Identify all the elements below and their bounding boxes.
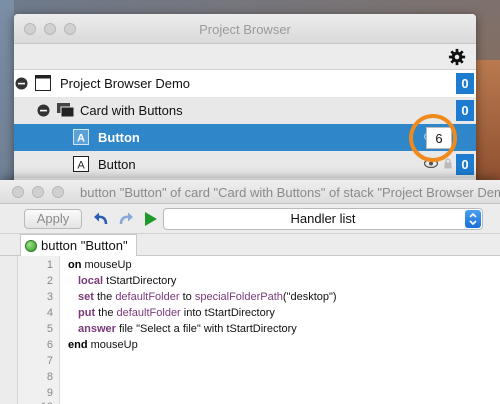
tree-row-button[interactable]: A Button 0: [14, 151, 476, 178]
code-line[interactable]: set the defaultFolder to specialFolderPa…: [78, 291, 337, 303]
tree-row-card[interactable]: Card with Buttons 0: [14, 97, 476, 124]
close-window-button[interactable]: [12, 186, 24, 198]
tree-row-label: Button: [98, 157, 136, 172]
object-count-badge: 0: [456, 73, 474, 94]
tree-row-label: Project Browser Demo: [60, 76, 191, 91]
code-property: defaultFolder: [116, 307, 181, 319]
script-tab-label: button "Button": [41, 238, 128, 253]
line-number: 2: [46, 275, 53, 287]
gear-icon[interactable]: [448, 48, 466, 66]
svg-text:A: A: [77, 133, 85, 145]
code-text: tStartDirectory: [103, 275, 177, 287]
highlight-circle: [409, 114, 457, 162]
script-editor-titlebar[interactable]: button "Button" of card "Card with Butto…: [0, 180, 500, 204]
code-text: to: [179, 291, 195, 303]
redo-icon[interactable]: [117, 210, 135, 228]
apply-button[interactable]: Apply: [24, 209, 82, 229]
window-controls: [12, 186, 64, 198]
code-text: file: [115, 323, 137, 335]
line-number: 3: [46, 291, 53, 303]
code-text: ("desktop"): [282, 291, 337, 303]
line-number: 9: [46, 387, 53, 399]
code-text: mouseUp: [87, 339, 138, 351]
code-text: mouseUp: [81, 259, 132, 271]
code-keyword: put: [78, 307, 96, 319]
stack-window-icon: [35, 75, 51, 91]
code-function: specialFolderPath: [194, 291, 283, 303]
project-browser-toolbar: [14, 44, 476, 70]
button-object-icon: A: [73, 129, 89, 145]
line-number: 4: [46, 307, 53, 319]
svg-text:A: A: [77, 160, 85, 172]
collapse-icon[interactable]: [37, 104, 50, 117]
script-editor-body: 1 2 3 4 5 6 7 8 9 10 on mouseUp local tS…: [0, 256, 500, 404]
project-browser-titlebar[interactable]: Project Browser: [14, 14, 476, 44]
zoom-window-button[interactable]: [52, 186, 64, 198]
collapse-icon[interactable]: [15, 77, 28, 90]
code-keyword: set: [78, 291, 94, 303]
tree-row-button-selected[interactable]: A Button: [14, 124, 476, 151]
script-tab-bar: button "Button": [0, 234, 500, 256]
run-icon[interactable]: [142, 210, 160, 228]
tree-row-stack[interactable]: Project Browser Demo 0: [14, 70, 476, 97]
line-number: 8: [46, 371, 53, 383]
code-keyword: end: [68, 339, 88, 351]
code-line[interactable]: put the defaultFolder into tStartDirecto…: [78, 307, 275, 319]
project-browser-window: Project Browser Project Browser Demo 0 C…: [14, 14, 476, 194]
code-string: "Select a file": [136, 323, 201, 335]
undo-icon[interactable]: [92, 210, 110, 228]
code-text: into tStartDirectory: [180, 307, 275, 319]
script-editor-toolbar: Apply Handler list: [0, 204, 500, 234]
handler-list-label: Handler list: [290, 211, 356, 226]
lock-icon[interactable]: [444, 158, 452, 169]
code-line[interactable]: end mouseUp: [68, 339, 138, 351]
code-keyword: answer: [78, 323, 116, 335]
object-count-badge: 0: [456, 154, 474, 175]
script-editor-window: button "Button" of card "Card with Butto…: [0, 180, 500, 404]
line-number: 7: [46, 355, 53, 367]
minimize-window-button[interactable]: [32, 186, 44, 198]
line-number-gutter: 1 2 3 4 5 6 7 8 9 10: [18, 256, 60, 404]
tree-row-label: Button: [98, 130, 140, 145]
script-tab[interactable]: button "Button": [20, 234, 137, 256]
window-title: button "Button" of card "Card with Butto…: [80, 185, 500, 200]
line-number: 6: [46, 339, 53, 351]
breakpoint-gutter[interactable]: [0, 256, 18, 404]
object-count-badge: 0: [456, 100, 474, 121]
code-line[interactable]: local tStartDirectory: [78, 275, 176, 287]
code-property: defaultFolder: [115, 291, 180, 303]
line-number: 1: [46, 259, 53, 271]
chevron-updown-icon: [465, 210, 481, 228]
code-text: with: [200, 323, 227, 335]
code-line[interactable]: on mouseUp: [68, 259, 132, 271]
status-ok-icon: [25, 239, 37, 252]
line-number: 5: [46, 323, 53, 335]
button-object-icon: A: [73, 156, 89, 172]
code-text: tStartDirectory: [226, 323, 297, 335]
code-line[interactable]: answer file "Select a file" with tStartD…: [78, 323, 297, 335]
code-keyword: local: [78, 275, 104, 287]
card-icon: [57, 103, 75, 118]
code-text: the: [95, 307, 117, 319]
desktop-background-right: [474, 60, 500, 190]
code-text: the: [93, 291, 116, 303]
handler-list-select[interactable]: Handler list: [163, 208, 483, 230]
window-title: Project Browser: [199, 22, 291, 37]
tree-row-label: Card with Buttons: [80, 103, 183, 118]
code-keyword: on: [68, 259, 82, 271]
